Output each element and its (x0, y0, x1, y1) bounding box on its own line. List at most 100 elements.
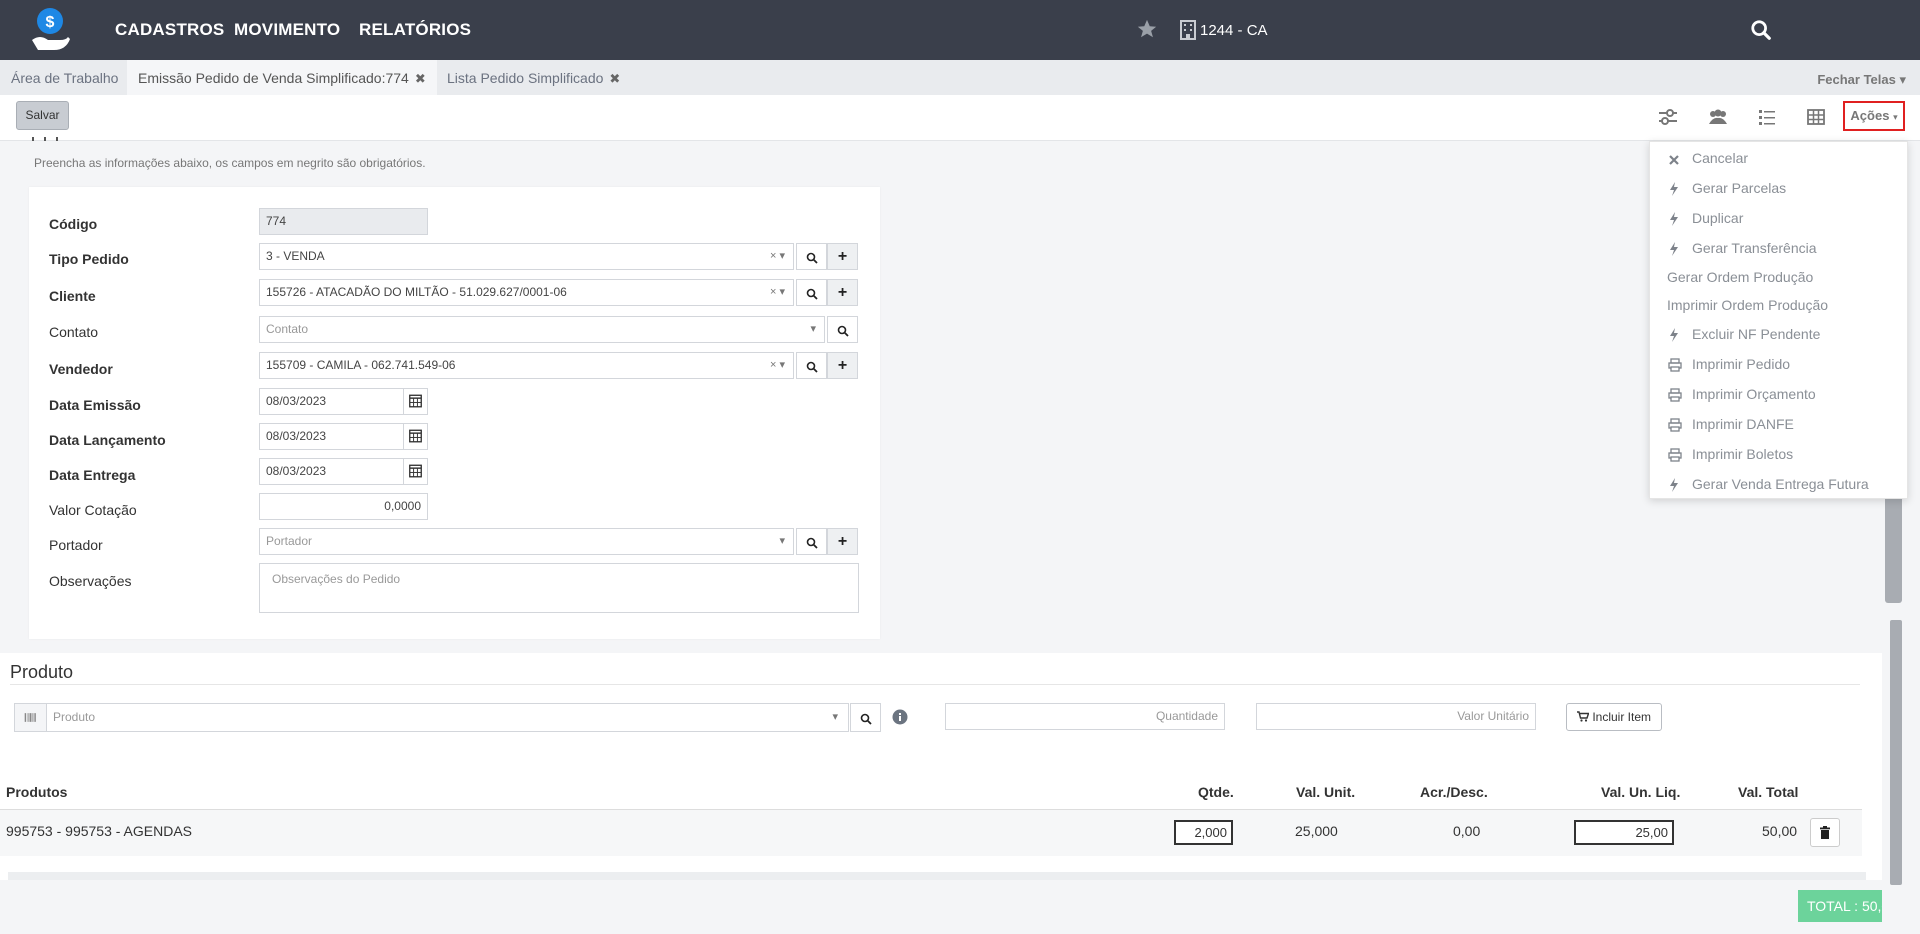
data-lancamento-field[interactable]: 08/03/2023 (259, 423, 428, 450)
cell-qtde-input[interactable]: 2,000 (1174, 820, 1233, 845)
close-icon[interactable]: ✖ (609, 71, 620, 86)
cell-val-un-liq-input[interactable]: 25,00 (1574, 820, 1674, 845)
chevron-down-icon[interactable]: ▾ (832, 704, 838, 731)
cart-icon (1576, 711, 1590, 722)
chevron-down-icon[interactable]: ▾ (810, 317, 816, 342)
tab-label: Área de Trabalho (11, 70, 119, 86)
portador-add-button[interactable]: + (827, 528, 858, 555)
actions-dropdown-menu: Cancelar Gerar Parcelas Duplicar Gerar T… (1649, 141, 1908, 499)
tab-emissao-pedido[interactable]: Emissão Pedido de Venda Simplificado:774… (127, 60, 437, 95)
page-title-fragment (32, 137, 58, 141)
label-contato: Contato (49, 324, 99, 340)
search-icon[interactable] (1750, 19, 1772, 41)
logo-icon[interactable]: $ (26, 4, 74, 56)
data-emissao-field[interactable]: 08/03/2023 (259, 388, 428, 415)
portador-search-button[interactable] (796, 528, 827, 555)
data-entrega-field[interactable]: 08/03/2023 (259, 458, 428, 485)
incluir-item-button[interactable]: Incluir Item (1566, 703, 1662, 731)
list-icon[interactable] (1756, 106, 1778, 128)
menu-relatorios[interactable]: RELATÓRIOS (359, 20, 471, 40)
label-valor-cotacao: Valor Cotação (49, 502, 137, 518)
clear-chevron-icon[interactable]: × ▾ (770, 353, 785, 378)
sliders-icon[interactable] (1657, 106, 1679, 128)
bolt-icon (1670, 182, 1678, 196)
label-cliente: Cliente (49, 288, 96, 304)
print-icon (1668, 418, 1682, 432)
menu-movimento[interactable]: MOVIMENTO (234, 20, 340, 40)
info-icon[interactable] (892, 709, 908, 725)
chevron-down-icon[interactable]: ▾ (779, 529, 785, 554)
search-icon (806, 252, 818, 264)
portador-select[interactable]: Portador ▾ (259, 528, 794, 555)
valor-cotacao-field[interactable]: 0,0000 (259, 493, 428, 520)
bolt-icon (1670, 242, 1678, 256)
label-observacoes: Observações (49, 573, 132, 589)
barcode-icon[interactable] (15, 704, 47, 731)
cliente-search-button[interactable] (796, 279, 827, 306)
search-icon (806, 288, 818, 300)
produto-section-title: Produto (10, 662, 74, 682)
bolt-icon (1670, 212, 1678, 226)
tab-label: Lista Pedido Simplificado (447, 70, 604, 86)
search-icon (806, 361, 818, 373)
users-icon[interactable] (1707, 106, 1729, 128)
calendar-icon[interactable] (403, 458, 427, 485)
col-qtde: Qtde. (1198, 784, 1234, 800)
col-acr-desc: Acr./Desc. (1420, 784, 1488, 800)
produto-select[interactable]: Produto ▾ (14, 703, 849, 732)
cell-acr-desc: 0,00 (1453, 823, 1481, 839)
contato-select[interactable]: Contato ▾ (259, 316, 825, 343)
vendedor-select[interactable]: 155709 - CAMILA - 062.741.549-06 × ▾ (259, 352, 794, 379)
produto-search-button[interactable] (850, 703, 881, 732)
tipo-pedido-add-button[interactable]: + (827, 243, 858, 270)
cell-val-total: 50,00 (1762, 823, 1798, 839)
print-icon (1668, 358, 1682, 372)
col-val-unit: Val. Unit. (1296, 784, 1356, 800)
table-icon[interactable] (1805, 106, 1827, 128)
col-produtos: Produtos (6, 784, 68, 800)
company-label[interactable]: 1244 - CA (1200, 22, 1268, 39)
clear-chevron-icon[interactable]: × ▾ (770, 280, 785, 305)
star-icon[interactable] (1136, 18, 1158, 40)
clear-chevron-icon[interactable]: × ▾ (770, 244, 785, 269)
actions-dropdown-button[interactable]: Ações ▾ (1843, 101, 1905, 131)
cell-produto: 995753 - 995753 - AGENDAS (6, 823, 193, 839)
tab-bar: Área de Trabalho Emissão Pedido de Venda… (0, 60, 1920, 95)
search-icon (860, 713, 872, 725)
tipo-pedido-select[interactable]: 3 - VENDA × ▾ (259, 243, 794, 270)
observacoes-textarea[interactable]: Observações do Pedido (259, 563, 859, 613)
tipo-pedido-search-button[interactable] (796, 243, 827, 270)
col-val-un-liq: Val. Un. Liq. (1601, 784, 1681, 800)
codigo-field: 774 (259, 208, 428, 235)
trash-icon (1820, 826, 1830, 839)
save-button[interactable]: Salvar (16, 101, 69, 130)
delete-item-button[interactable] (1810, 818, 1840, 847)
label-vendedor: Vendedor (49, 361, 113, 377)
search-icon (806, 537, 818, 549)
label-portador: Portador (49, 537, 103, 553)
toolbar: Salvar Ações ▾ (0, 95, 1920, 141)
tab-area-trabalho[interactable]: Área de Trabalho (0, 60, 129, 95)
top-navbar: $ CADASTROS MOVIMENTO RELATÓRIOS 1244 - … (0, 0, 1920, 60)
form-instructions: Preencha as informações abaixo, os campo… (34, 156, 426, 170)
col-val-total: Val. Total (1738, 784, 1799, 800)
cliente-add-button[interactable]: + (827, 279, 858, 306)
calendar-icon[interactable] (403, 423, 427, 450)
divider (10, 684, 1860, 685)
vendedor-search-button[interactable] (796, 352, 827, 379)
calendar-icon[interactable] (403, 388, 427, 415)
menu-cadastros[interactable]: CADASTROS (115, 20, 224, 40)
print-icon (1668, 448, 1682, 462)
scrollbar-thumb-secondary[interactable] (1890, 620, 1902, 885)
vendedor-add-button[interactable]: + (827, 352, 858, 379)
close-screens-dropdown[interactable]: Fechar Telas ▾ (1817, 72, 1906, 88)
tab-lista-pedido[interactable]: Lista Pedido Simplificado ✖ (436, 60, 631, 95)
table-footer (8, 872, 1866, 880)
contato-search-button[interactable] (827, 316, 858, 343)
cliente-select[interactable]: 155726 - ATACADÃO DO MILTÃO - 51.029.627… (259, 279, 794, 306)
building-icon (1180, 20, 1196, 40)
quantidade-input[interactable]: Quantidade (945, 703, 1225, 730)
tab-label: Emissão Pedido de Venda Simplificado:774 (138, 70, 409, 86)
valor-unitario-input[interactable]: Valor Unitário (1256, 703, 1536, 730)
close-icon[interactable]: ✖ (415, 71, 426, 86)
